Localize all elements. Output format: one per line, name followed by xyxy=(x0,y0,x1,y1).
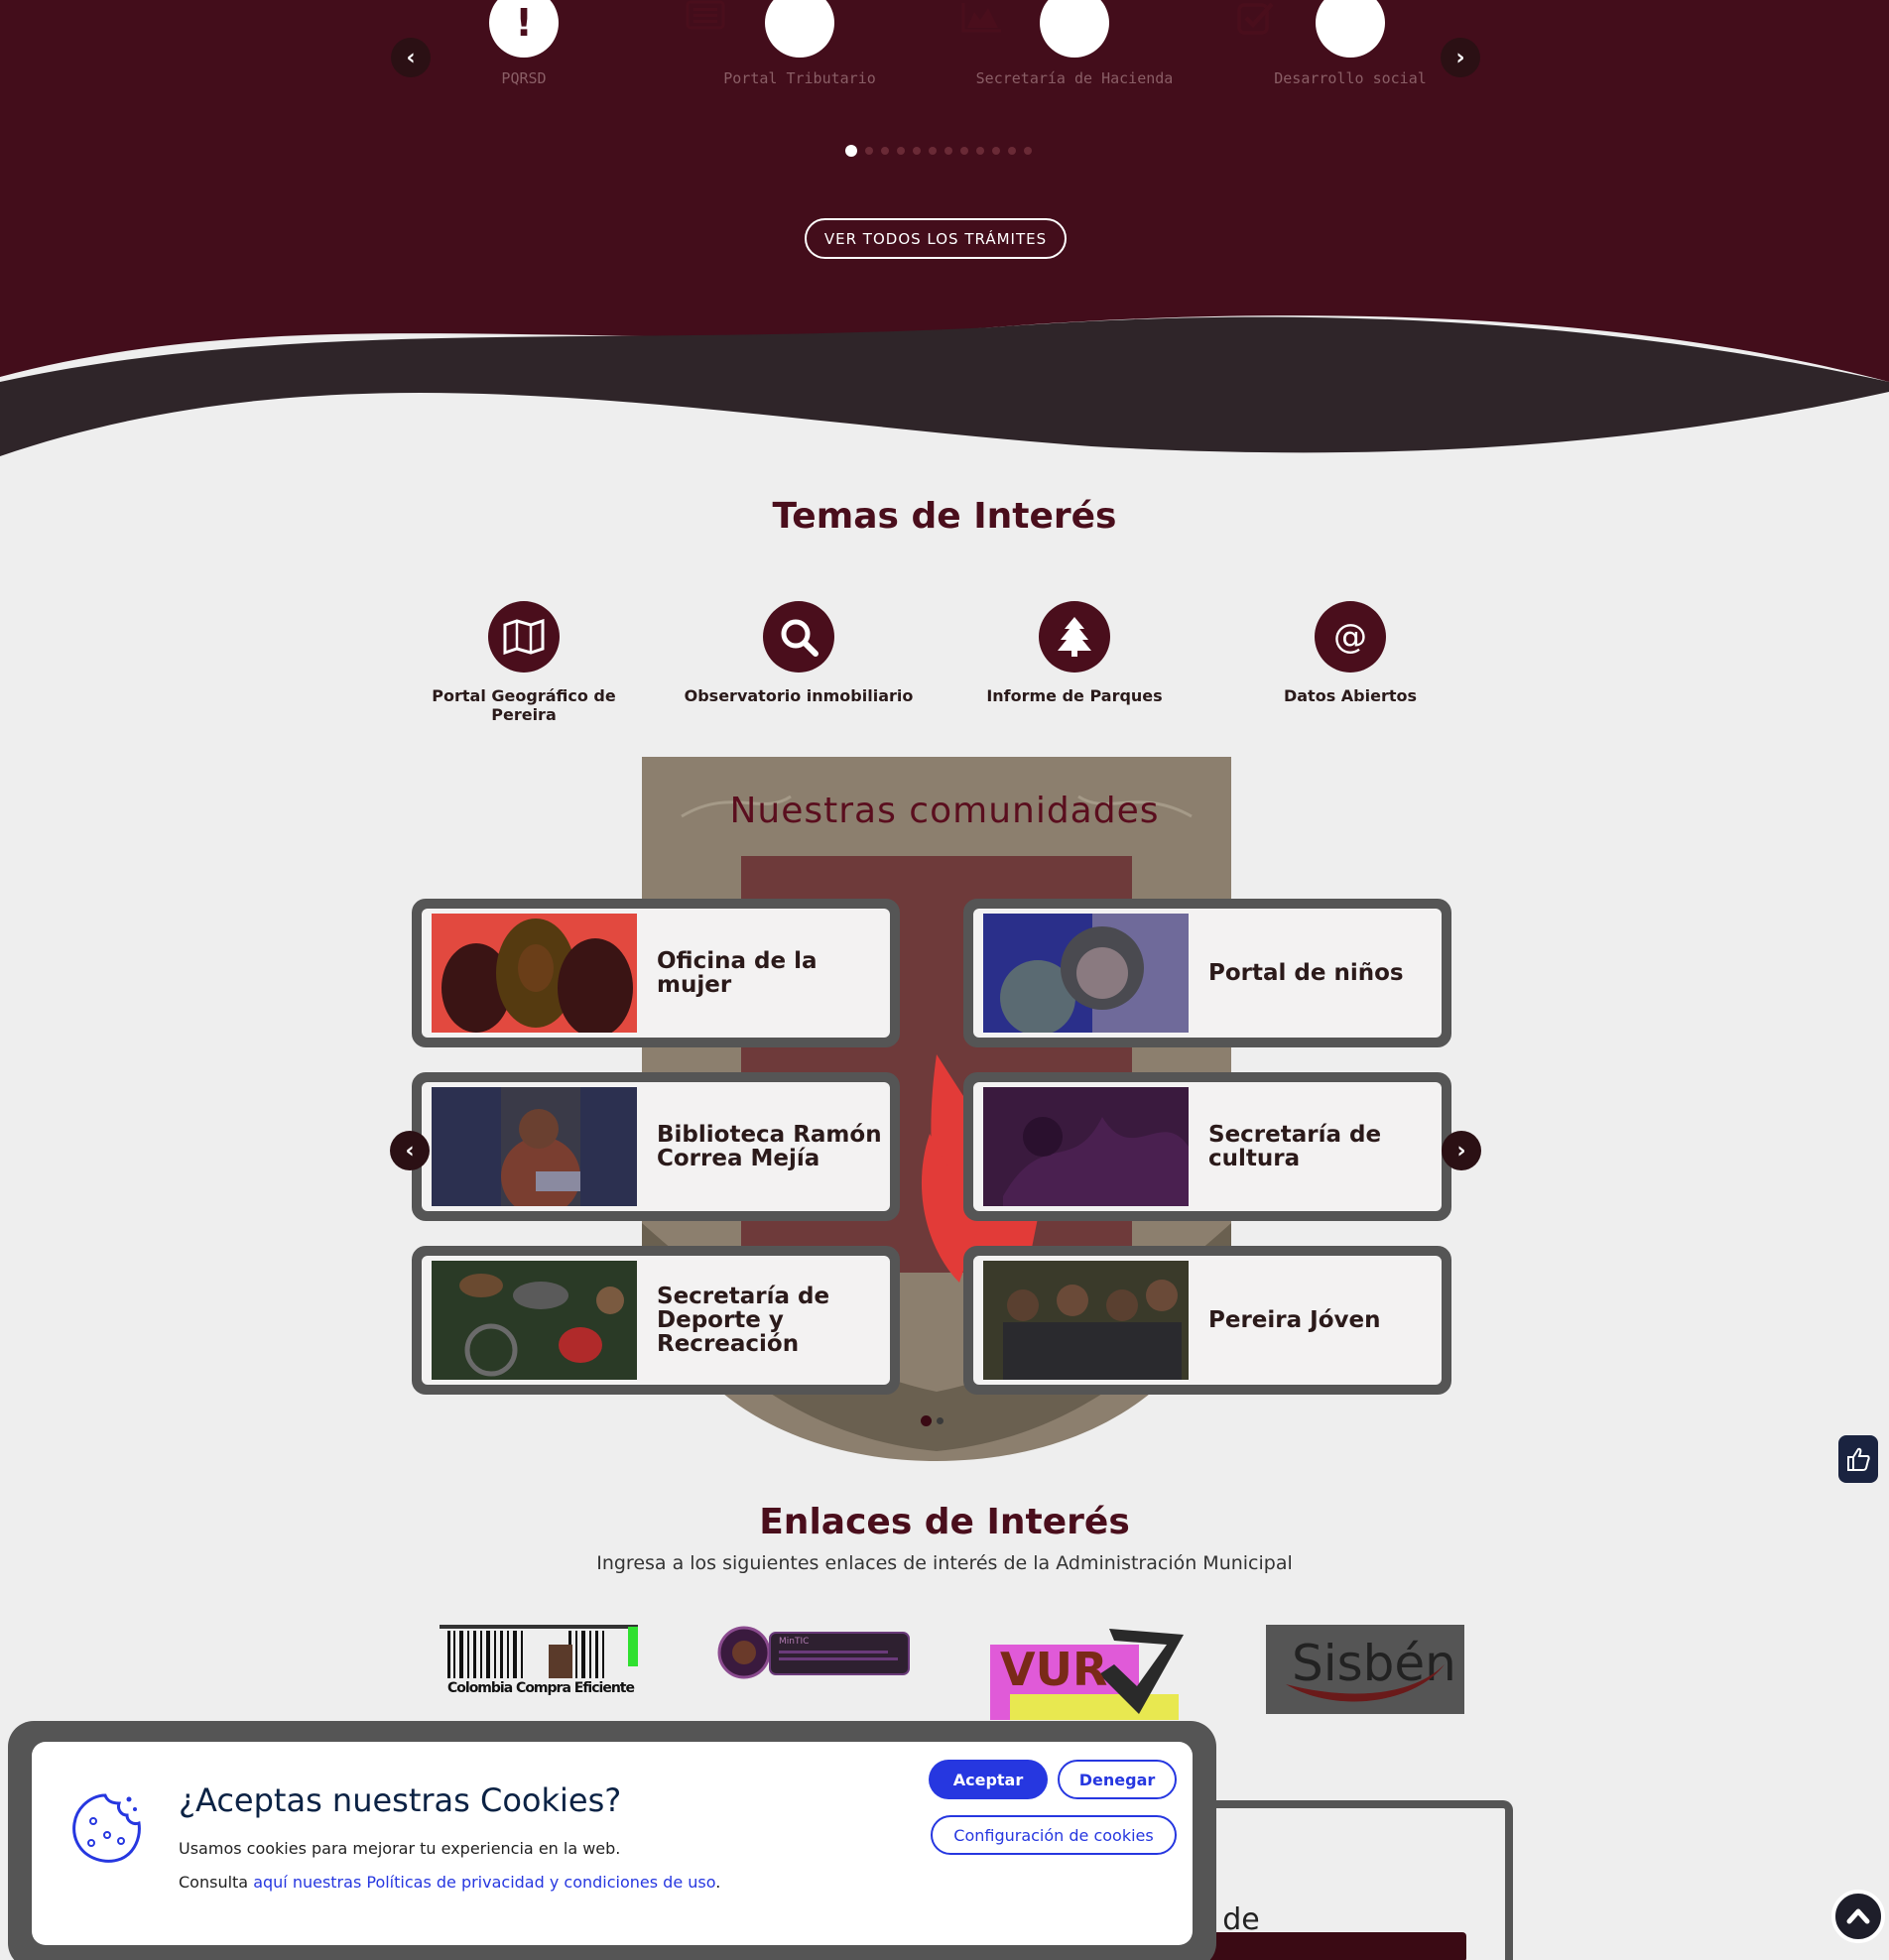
search-icon xyxy=(763,601,834,673)
carousel-dot[interactable] xyxy=(881,147,889,155)
tema-portal-geografico[interactable]: Portal Geográfico de Pereira xyxy=(405,601,643,724)
comunidades-next-button[interactable]: › xyxy=(1442,1131,1481,1170)
card-title: Portal de niños xyxy=(1208,960,1404,986)
back-to-top-button[interactable] xyxy=(1831,1890,1885,1943)
at-icon: @ xyxy=(1315,601,1386,673)
mintic-graphic xyxy=(717,1626,910,1679)
logo-text: Colombia Compra Eficiente xyxy=(447,1680,635,1696)
privacy-policy-link[interactable]: aquí nuestras Políticas de privacidad y … xyxy=(253,1873,715,1892)
carousel-dot[interactable] xyxy=(976,147,984,155)
sisben-swoosh xyxy=(1286,1664,1445,1702)
checkbox-icon xyxy=(1237,0,1385,58)
card-title: Oficina de la mujer xyxy=(657,948,818,998)
consult-prefix: Consulta xyxy=(179,1873,254,1892)
accept-cookies-button[interactable]: Aceptar xyxy=(929,1760,1048,1799)
card-title: Secretaría de Deporte y Recreación xyxy=(657,1284,830,1357)
tramite-label: Desarrollo social xyxy=(1274,69,1427,87)
cookie-icon xyxy=(72,1793,141,1863)
comunidades-prev-button[interactable]: ‹ xyxy=(390,1131,430,1170)
cookie-title: ¿Aceptas nuestras Cookies? xyxy=(179,1781,622,1819)
tramite-desarrollo-social[interactable]: Desarrollo social xyxy=(1236,0,1464,87)
consult-suffix: . xyxy=(715,1873,721,1892)
comunidad-card-biblioteca[interactable]: Biblioteca Ramón Correa Mejía xyxy=(412,1072,900,1221)
card-title: Secretaría de cultura xyxy=(1208,1122,1382,1171)
card-title: Pereira Jóven xyxy=(1208,1307,1381,1333)
tramite-label: Portal Tributario xyxy=(723,69,876,87)
carousel-dot[interactable] xyxy=(897,147,905,155)
page: ‹ › ! PQRSD Portal Tributario Secretaría… xyxy=(0,0,1889,1960)
chevron-up-icon xyxy=(1846,1908,1870,1924)
temas-title: Temas de Interés xyxy=(772,496,1117,537)
vur-logo[interactable]: VUR xyxy=(990,1625,1191,1720)
colombia-compra-logo[interactable]: Colombia Compra Eficiente xyxy=(440,1625,638,1714)
carousel-dot[interactable] xyxy=(921,1415,932,1426)
cookie-text: Usamos cookies para mejorar tu experienc… xyxy=(179,1839,621,1858)
comunidad-card-portal-ninos[interactable]: Portal de niños xyxy=(963,899,1451,1047)
carousel-dots xyxy=(845,145,1032,157)
tema-label: Datos Abiertos xyxy=(1283,686,1418,705)
cultura-image xyxy=(983,1087,1189,1206)
tramite-label: PQRSD xyxy=(501,69,547,87)
tema-label: Observatorio inmobiliario xyxy=(684,686,914,705)
deporte-image xyxy=(432,1261,637,1380)
cookie-banner: ¿Aceptas nuestras Cookies? Usamos cookie… xyxy=(32,1742,1193,1945)
tramite-pqrsd[interactable]: ! PQRSD xyxy=(410,0,638,87)
carousel-dot[interactable] xyxy=(937,1417,944,1424)
biblioteca-image xyxy=(432,1087,637,1206)
enlaces-title: Enlaces de Interés xyxy=(759,1502,1130,1542)
tema-label: Informe de Parques xyxy=(986,686,1163,705)
carousel-dot[interactable] xyxy=(1008,147,1016,155)
mujeres-image xyxy=(432,914,637,1033)
feedback-button[interactable] xyxy=(1838,1435,1878,1483)
enlaces-subtitle: Ingresa a los siguientes enlaces de inte… xyxy=(596,1552,1293,1574)
comunidades-title: Nuestras comunidades xyxy=(729,791,1160,831)
logo-text: VUR xyxy=(1000,1643,1108,1696)
exclamation-icon: ! xyxy=(489,0,559,58)
comunidad-card-deporte[interactable]: Secretaría de Deporte y Recreación xyxy=(412,1246,900,1395)
tramite-secretaria-hacienda[interactable]: Secretaría de Hacienda xyxy=(960,0,1189,87)
carousel-dot[interactable] xyxy=(944,147,952,155)
ver-todos-tramites-button[interactable]: VER TODOS LOS TRÁMITES xyxy=(805,218,1067,259)
comunidad-card-cultura[interactable]: Secretaría de cultura xyxy=(963,1072,1451,1221)
cookie-consult: Consulta aquí nuestras Políticas de priv… xyxy=(179,1873,720,1892)
area-chart-icon xyxy=(961,0,1109,58)
carousel-dot[interactable] xyxy=(929,147,937,155)
carousel-dot[interactable] xyxy=(845,145,857,157)
card-title: Biblioteca Ramón Correa Mejía xyxy=(657,1122,882,1171)
tema-informe-parques[interactable]: Informe de Parques xyxy=(955,601,1194,705)
chevron-right-icon: › xyxy=(1456,1138,1466,1164)
deny-cookies-button[interactable]: Denegar xyxy=(1058,1760,1177,1799)
ninos-image xyxy=(983,914,1189,1033)
mintic-logo[interactable]: MinTIC xyxy=(717,1625,912,1714)
tema-datos-abiertos[interactable]: @ Datos Abiertos xyxy=(1231,601,1469,705)
pereira-joven-image xyxy=(983,1261,1189,1380)
list-icon xyxy=(686,0,834,58)
comunidad-card-oficina-mujer[interactable]: Oficina de la mujer xyxy=(412,899,900,1047)
tramites-section: ‹ › ! PQRSD Portal Tributario Secretaría… xyxy=(0,0,1889,466)
carousel-dot[interactable] xyxy=(913,147,921,155)
carousel-dot[interactable] xyxy=(960,147,968,155)
carousel-dot[interactable] xyxy=(1024,147,1032,155)
tramite-label: Secretaría de Hacienda xyxy=(975,69,1174,87)
thumbs-up-icon xyxy=(1847,1447,1870,1471)
logo-text: MinTIC xyxy=(779,1637,810,1647)
map-icon xyxy=(488,601,560,673)
sisben-logo[interactable]: Sisbén xyxy=(1266,1625,1464,1714)
tramite-portal-tributario[interactable]: Portal Tributario xyxy=(686,0,914,87)
comunidad-card-pereira-joven[interactable]: Pereira Jóven xyxy=(963,1246,1451,1395)
carousel-dot[interactable] xyxy=(865,147,873,155)
comunidades-dots xyxy=(921,1415,944,1426)
tema-label: Portal Geográfico de Pereira xyxy=(432,686,616,724)
chevron-left-icon: ‹ xyxy=(405,1138,415,1164)
carousel-dot[interactable] xyxy=(992,147,1000,155)
tree-icon xyxy=(1039,601,1110,673)
cookie-settings-button[interactable]: Configuración de cookies xyxy=(931,1815,1177,1855)
tema-observatorio-inmobiliario[interactable]: Observatorio inmobiliario xyxy=(680,601,918,705)
